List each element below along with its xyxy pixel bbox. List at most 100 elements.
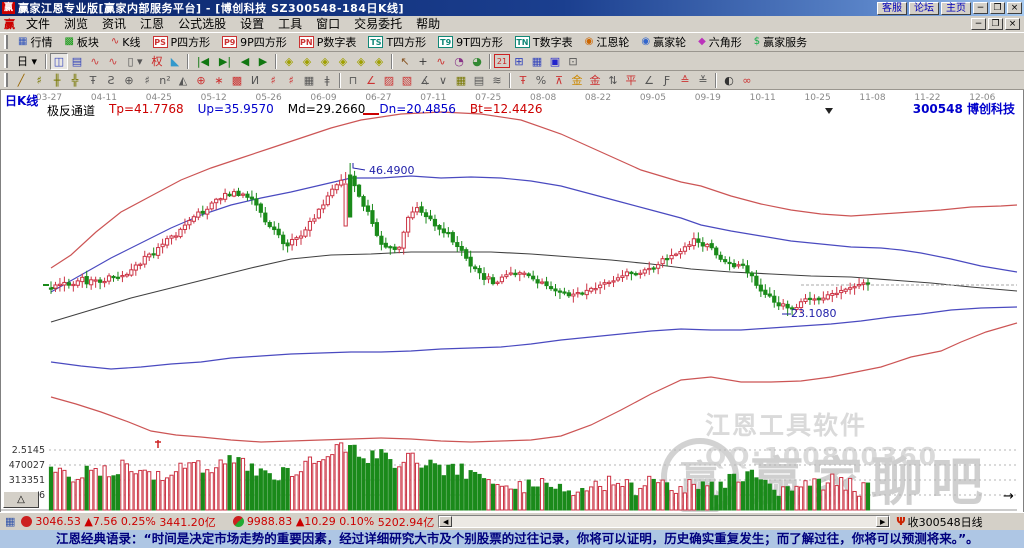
t-percent-tool-icon[interactable]: Ŧ: [514, 72, 532, 89]
pointer-tool-button-icon[interactable]: ↖: [396, 53, 414, 70]
quote-grid-icon[interactable]: ▦: [5, 515, 15, 528]
parallel-tool-icon[interactable]: 平: [622, 72, 640, 89]
toolbar-button-gann-wheel[interactable]: ◉ 江恩轮: [579, 33, 636, 51]
zoom-h-button-icon[interactable]: ◈: [316, 53, 334, 70]
menu-6[interactable]: 工具: [271, 17, 309, 31]
chart-style-button-icon[interactable]: ◫: [50, 52, 68, 70]
toolbar-button-kline[interactable]: ∿ K线: [105, 33, 147, 51]
shanghai-index-icon[interactable]: [21, 516, 33, 527]
rights-adjust-button-icon[interactable]: 权: [148, 53, 166, 70]
candle-type-dropdown-icon[interactable]: ▯ ▾: [122, 53, 148, 70]
child-close-button[interactable]: ×: [1005, 18, 1020, 30]
circle-cross-tool-icon[interactable]: ⊕: [120, 72, 138, 89]
vee-tool-icon[interactable]: ∨: [434, 72, 452, 89]
red-hash-tool-2-icon[interactable]: ♯: [282, 72, 300, 89]
grid-tool-4-icon[interactable]: ▦: [452, 72, 470, 89]
toolbar-grip[interactable]: [4, 54, 8, 68]
keyboard-button-icon[interactable]: ▦: [528, 53, 546, 70]
measure-tool-button-icon[interactable]: ∿: [432, 53, 450, 70]
zoom-right-button-icon[interactable]: ◈: [298, 53, 316, 70]
pane-tab-daily-kline[interactable]: 日K线: [5, 92, 38, 109]
grid-tool-3-icon[interactable]: ╬: [66, 72, 84, 89]
red-hash-tool-1-icon[interactable]: ♯: [264, 72, 282, 89]
angle-tool-icon[interactable]: ∡: [416, 72, 434, 89]
toolbar-button-ts[interactable]: TS T四方形: [362, 33, 432, 51]
zoom-left-button-icon[interactable]: ◈: [280, 53, 298, 70]
toolbar-button-winner-wheel[interactable]: ◉ 赢家轮: [635, 33, 692, 51]
restore-button[interactable]: ❐: [990, 2, 1005, 14]
gann-tool-button-icon[interactable]: ◔: [450, 53, 468, 70]
zoom-v-button-icon[interactable]: ◈: [352, 53, 370, 70]
percent-tool-icon[interactable]: %: [532, 72, 550, 89]
s-tool-icon[interactable]: Ƨ: [102, 72, 120, 89]
triangle-tool-icon[interactable]: ◭: [174, 72, 192, 89]
cycle-tool-button-icon[interactable]: ◕: [468, 53, 486, 70]
zoom-all-button-icon[interactable]: ◈: [370, 53, 388, 70]
menu-2[interactable]: 资讯: [95, 17, 133, 31]
shade-tool-1-icon[interactable]: ▨: [380, 72, 398, 89]
n-wave-tool-icon[interactable]: И: [246, 72, 264, 89]
shenzhen-index-value[interactable]: 9988.83: [247, 515, 293, 528]
shanghai-index-value[interactable]: 3046.53: [35, 515, 81, 528]
menu-8[interactable]: 交易委托: [347, 17, 409, 31]
toolbar-button-grid[interactable]: ▦ 行情: [12, 33, 58, 51]
toolbar-button-hexagon[interactable]: ◆ 六角形: [692, 33, 748, 51]
estimate-tool-2-icon[interactable]: ≚: [694, 72, 712, 89]
first-page-button-icon[interactable]: |◀: [192, 53, 214, 70]
menu-5[interactable]: 设置: [233, 17, 271, 31]
chart-area[interactable]: 日K线 03-27 04-11 04-25 05-12 05-26 06-09 06-27 0…: [0, 90, 1024, 512]
angle-fan-tool-icon[interactable]: ∠: [362, 72, 380, 89]
menu-9[interactable]: 帮助: [409, 17, 447, 31]
red-circle-tool-icon[interactable]: ⊕: [192, 72, 210, 89]
next-button-icon[interactable]: ▶: [254, 53, 272, 70]
support-link-button[interactable]: 客服: [877, 1, 907, 15]
kline-expand-button-icon[interactable]: ∿: [104, 53, 122, 70]
hash-tool-icon[interactable]: ♯: [138, 72, 156, 89]
grid-tool-2-icon[interactable]: ╫: [48, 72, 66, 89]
toolbar-grip[interactable]: [4, 35, 8, 49]
updown-tool-icon[interactable]: ⇅: [604, 72, 622, 89]
forum-link-button[interactable]: 论坛: [909, 1, 939, 15]
flag-button-icon[interactable]: ◣: [166, 53, 184, 70]
child-minimize-button[interactable]: −: [971, 18, 986, 30]
toolbar-grip[interactable]: [4, 73, 8, 87]
scrollbar-right-button[interactable]: ▶: [876, 516, 890, 527]
menu-7[interactable]: 窗口: [309, 17, 347, 31]
gold-ratio-tool-2-icon[interactable]: 金: [586, 72, 604, 89]
bracket-tool-icon[interactable]: ⊓: [344, 72, 362, 89]
save-button-icon[interactable]: ▣: [546, 53, 564, 70]
fib-tool-icon[interactable]: Ƒ: [658, 72, 676, 89]
grid-tool-1-icon[interactable]: ♯: [30, 72, 48, 89]
gold-ratio-tool-1-icon[interactable]: 金: [568, 72, 586, 89]
menu-0[interactable]: 文件: [19, 17, 57, 31]
scrollbar-left-button[interactable]: ◀: [439, 516, 453, 527]
matrix-tool-icon[interactable]: ▦: [300, 72, 318, 89]
square-number-tool-icon[interactable]: n²: [156, 72, 174, 89]
minimize-button[interactable]: −: [973, 2, 988, 14]
toolbar-button-p9[interactable]: P9 9P四方形: [216, 33, 293, 51]
menu-3[interactable]: 江恩: [133, 17, 171, 31]
calculator-button-icon[interactable]: ⊞: [510, 53, 528, 70]
yinyang-tool-icon[interactable]: ◐: [720, 72, 738, 89]
toolbar-button-t9[interactable]: T9 9T四方形: [432, 33, 509, 51]
estimate-tool-1-icon[interactable]: ≙: [676, 72, 694, 89]
last-page-button-icon[interactable]: ▶|: [214, 53, 236, 70]
shade-tool-2-icon[interactable]: ▧: [398, 72, 416, 89]
red-grid-tool-icon[interactable]: ▩: [228, 72, 246, 89]
volume-panel-toggle-button[interactable]: △: [3, 491, 39, 508]
kline-compress-button-icon[interactable]: ∿: [86, 53, 104, 70]
crosshair-tool-button-icon[interactable]: +: [414, 53, 432, 70]
chart-horizontal-scrollbar[interactable]: ◀ ▶: [438, 515, 891, 528]
export-button-icon[interactable]: ⊡: [564, 53, 582, 70]
menu-1[interactable]: 浏览: [57, 17, 95, 31]
angle-line-tool-icon[interactable]: ∠: [640, 72, 658, 89]
toolbar-button-ps[interactable]: PS P四方形: [147, 33, 217, 51]
zoom-wide-button-icon[interactable]: ◈: [334, 53, 352, 70]
close-button[interactable]: ×: [1007, 2, 1022, 14]
shenzhen-index-icon[interactable]: [232, 516, 244, 527]
toolbar-button-service[interactable]: $ 赢家服务: [748, 33, 813, 51]
infinity-tool-icon[interactable]: ∞: [738, 72, 756, 89]
star-tool-icon[interactable]: ∗: [210, 72, 228, 89]
waves-tool-icon[interactable]: ≋: [488, 72, 506, 89]
calendar-button-icon[interactable]: 21: [494, 54, 510, 68]
